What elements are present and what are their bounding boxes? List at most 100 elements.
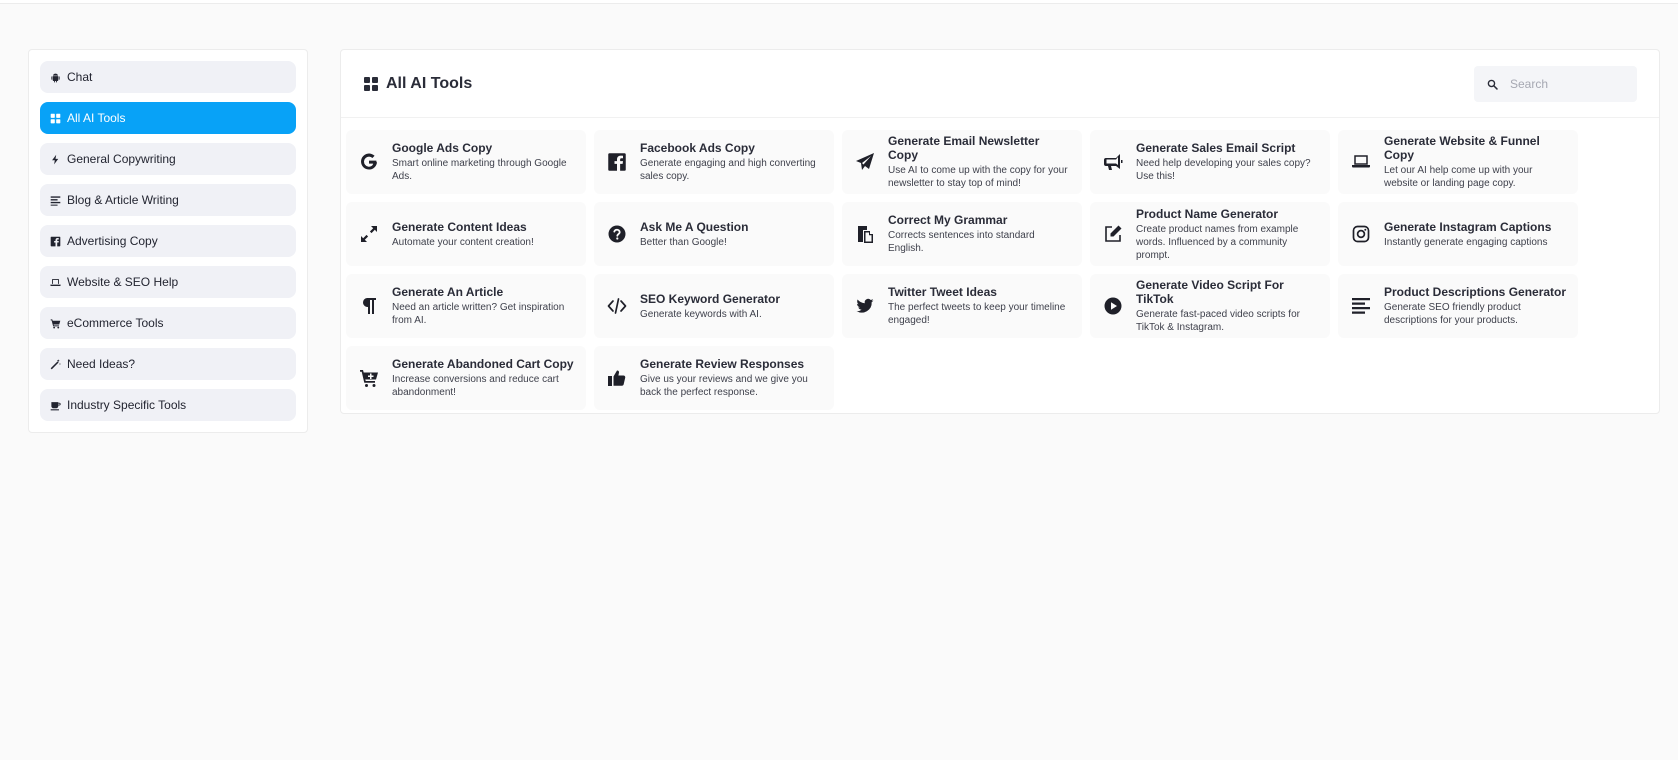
tool-title: Facebook Ads Copy (640, 141, 755, 155)
tool-title: Generate Review Responses (640, 357, 805, 371)
tool-description: Create product names from example words.… (1136, 223, 1299, 261)
sidebar-item-label: eCommerce Tools (67, 316, 164, 330)
play-circle-icon (1102, 295, 1124, 317)
tool-title: Generate Instagram Captions (1384, 219, 1552, 234)
sidebar-item-label: Need Ideas? (67, 357, 136, 371)
tool-description: Better than Google! (640, 236, 727, 248)
sidebar-item-label: All AI Tools (67, 111, 126, 125)
sidebar-item-ecommerce-tools[interactable]: eCommerce Tools (40, 307, 296, 339)
grid-icon (363, 76, 379, 92)
tools-panel: All AI Tools Google Ads Copy Smart onlin… (340, 49, 1660, 414)
twitter-icon (854, 295, 876, 317)
tool-title: Generate Content Ideas (392, 219, 527, 234)
tool-card-generate-email-newsletter-copy[interactable]: Generate Email Newsletter Copy Use AI to… (842, 130, 1082, 194)
tool-card-generate-sales-email-script[interactable]: Generate Sales Email Script Need help de… (1090, 130, 1330, 194)
facebook-icon (606, 151, 628, 173)
tool-title: Generate Sales Email Script (1136, 141, 1296, 155)
tool-description: Need help developing your sales copy? Us… (1136, 158, 1311, 182)
sidebar-item-label: Blog & Article Writing (67, 193, 179, 207)
tool-card-generate-video-script-for-tiktok[interactable]: Generate Video Script For TikTok Generat… (1090, 274, 1330, 338)
tool-card-seo-keyword-generator[interactable]: SEO Keyword Generator Generate keywords … (594, 274, 834, 338)
question-circle-icon (606, 223, 628, 245)
tool-description: Let our AI help come up with your websit… (1384, 165, 1533, 189)
paste-icon (854, 223, 876, 245)
top-bar (0, 0, 1678, 4)
page-title-text: All AI Tools (386, 74, 473, 92)
tool-description: Smart online marketing through Google Ad… (392, 158, 567, 182)
align-left-icon (1350, 295, 1372, 317)
tool-title: Generate Abandoned Cart Copy (392, 357, 574, 371)
tool-card-ask-me-a-question[interactable]: Ask Me A Question Better than Google! (594, 202, 834, 266)
sidebar-item-label: Advertising Copy (67, 234, 158, 248)
sidebar-item-general-copywriting[interactable]: General Copywriting (40, 143, 296, 175)
tool-description: Generate engaging and high converting sa… (640, 158, 816, 182)
search-box[interactable] (1474, 66, 1637, 102)
sidebar: Chat All AI Tools General Copywriting Bl… (28, 49, 308, 433)
sidebar-item-chat[interactable]: Chat (40, 61, 296, 93)
cart-icon (49, 317, 61, 329)
magic-wand-icon (49, 358, 61, 370)
tool-card-product-name-generator[interactable]: Product Name Generator Create product na… (1090, 202, 1330, 266)
edit-icon (1102, 223, 1124, 245)
tool-title: Google Ads Copy (392, 141, 493, 155)
tool-card-facebook-ads-copy[interactable]: Facebook Ads Copy Generate engaging and … (594, 130, 834, 194)
sidebar-item-advertising-copy[interactable]: Advertising Copy (40, 225, 296, 257)
tool-title: Generate Website & Funnel Copy (1384, 134, 1540, 162)
align-left-icon (49, 194, 61, 206)
tool-title: Twitter Tweet Ideas (888, 285, 997, 299)
sidebar-item-need-ideas[interactable]: Need Ideas? (40, 348, 296, 380)
paragraph-icon (358, 295, 380, 317)
sidebar-item-industry-specific-tools[interactable]: Industry Specific Tools (40, 389, 296, 421)
tool-card-twitter-tweet-ideas[interactable]: Twitter Tweet Ideas The perfect tweets t… (842, 274, 1082, 338)
sidebar-item-label: General Copywriting (67, 152, 176, 166)
tool-description: Generate keywords with AI. (640, 308, 762, 320)
panel-header: All AI Tools (341, 50, 1659, 118)
cart-plus-icon (358, 367, 380, 389)
tool-title: Product Name Generator (1136, 206, 1279, 221)
facebook-square-icon (49, 235, 61, 247)
google-icon (358, 151, 380, 173)
tool-title: Correct My Grammar (888, 213, 1008, 227)
tool-title: Generate An Article (392, 285, 504, 299)
sidebar-item-label: Chat (67, 70, 93, 84)
search-icon (1474, 79, 1510, 90)
tool-card-product-descriptions-generator[interactable]: Product Descriptions Generator Generate … (1338, 274, 1578, 338)
tool-description: Need an article written? Get inspiration… (392, 302, 565, 326)
grid-icon (49, 112, 61, 124)
tool-description: Give us your reviews and we give you bac… (640, 374, 808, 398)
tool-description: Automate your content creation! (392, 236, 534, 248)
tool-description: Generate fast-paced video scripts for Ti… (1136, 309, 1300, 333)
sidebar-item-all-ai-tools[interactable]: All AI Tools (40, 102, 296, 134)
megaphone-icon (1102, 151, 1124, 173)
tool-card-google-ads-copy[interactable]: Google Ads Copy Smart online marketing t… (346, 130, 586, 194)
sidebar-item-blog-article-writing[interactable]: Blog & Article Writing (40, 184, 296, 216)
tool-title: Ask Me A Question (640, 219, 749, 234)
tool-card-generate-abandoned-cart-copy[interactable]: Generate Abandoned Cart Copy Increase co… (346, 346, 586, 410)
tool-card-generate-content-ideas[interactable]: Generate Content Ideas Automate your con… (346, 202, 586, 266)
tool-card-correct-my-grammar[interactable]: Correct My Grammar Corrects sentences in… (842, 202, 1082, 266)
sidebar-item-website-seo-help[interactable]: Website & SEO Help (40, 266, 296, 298)
laptop-icon (49, 276, 61, 288)
tool-card-generate-an-article[interactable]: Generate An Article Need an article writ… (346, 274, 586, 338)
tool-description: Increase conversions and reduce cart aba… (392, 374, 559, 398)
code-icon (606, 295, 628, 317)
tool-description: Generate SEO friendly product descriptio… (1384, 302, 1521, 326)
paper-plane-icon (854, 151, 876, 173)
mug-icon (49, 399, 61, 411)
tool-title: Generate Video Script For TikTok (1136, 278, 1284, 306)
tool-description: Instantly generate engaging captions (1384, 236, 1548, 248)
tools-grid: Google Ads Copy Smart online marketing t… (346, 130, 1578, 410)
search-input[interactable] (1510, 77, 1620, 91)
page-title: All AI Tools (363, 75, 472, 93)
tool-card-generate-instagram-captions[interactable]: Generate Instagram Captions Instantly ge… (1338, 202, 1578, 266)
tool-card-generate-review-responses[interactable]: Generate Review Responses Give us your r… (594, 346, 834, 410)
sidebar-item-label: Website & SEO Help (67, 275, 179, 289)
tool-title: Generate Email Newsletter Copy (888, 134, 1040, 162)
bolt-icon (49, 153, 61, 165)
tool-description: Corrects sentences into standard English… (888, 230, 1035, 254)
expand-icon (358, 223, 380, 245)
thumbs-up-icon (606, 367, 628, 389)
tool-description: The perfect tweets to keep your timeline… (888, 302, 1066, 326)
tool-card-generate-website-funnel-copy[interactable]: Generate Website & Funnel Copy Let our A… (1338, 130, 1578, 194)
laptop-icon (1350, 151, 1372, 173)
